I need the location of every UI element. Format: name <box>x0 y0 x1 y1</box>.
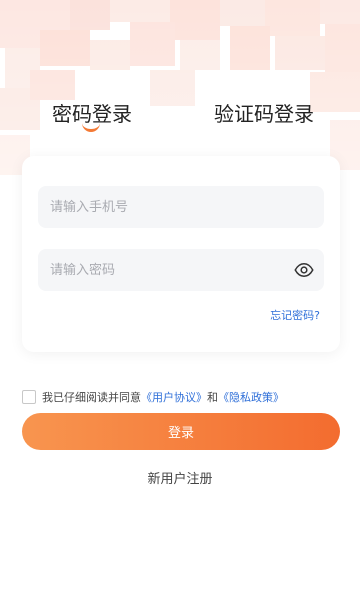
agreement-prefix: 我已仔细阅读并同意 <box>42 391 141 404</box>
privacy-policy-link[interactable]: 《隐私政策》 <box>218 389 284 405</box>
password-input[interactable] <box>38 249 324 291</box>
login-button[interactable]: 登录 <box>22 413 340 450</box>
forgot-password-link[interactable]: 忘记密码? <box>270 307 320 323</box>
phone-input[interactable] <box>38 186 324 228</box>
login-form-card: 忘记密码? <box>22 156 340 352</box>
agreement-and: 和 <box>207 391 218 404</box>
tab-code-login[interactable]: 验证码登录 <box>214 98 314 127</box>
password-field <box>38 249 324 291</box>
phone-field <box>38 186 324 228</box>
agreement-checkbox[interactable] <box>22 390 36 404</box>
register-link[interactable]: 新用户注册 <box>0 468 360 487</box>
eye-icon[interactable] <box>294 260 314 280</box>
login-tabs: 密码登录 验证码登录 <box>0 98 360 138</box>
user-agreement-link[interactable]: 《用户协议》 <box>141 389 207 405</box>
active-tab-indicator <box>82 122 100 132</box>
agreement-row: 我已仔细阅读并同意 《用户协议》 和 《隐私政策》 <box>22 389 284 405</box>
